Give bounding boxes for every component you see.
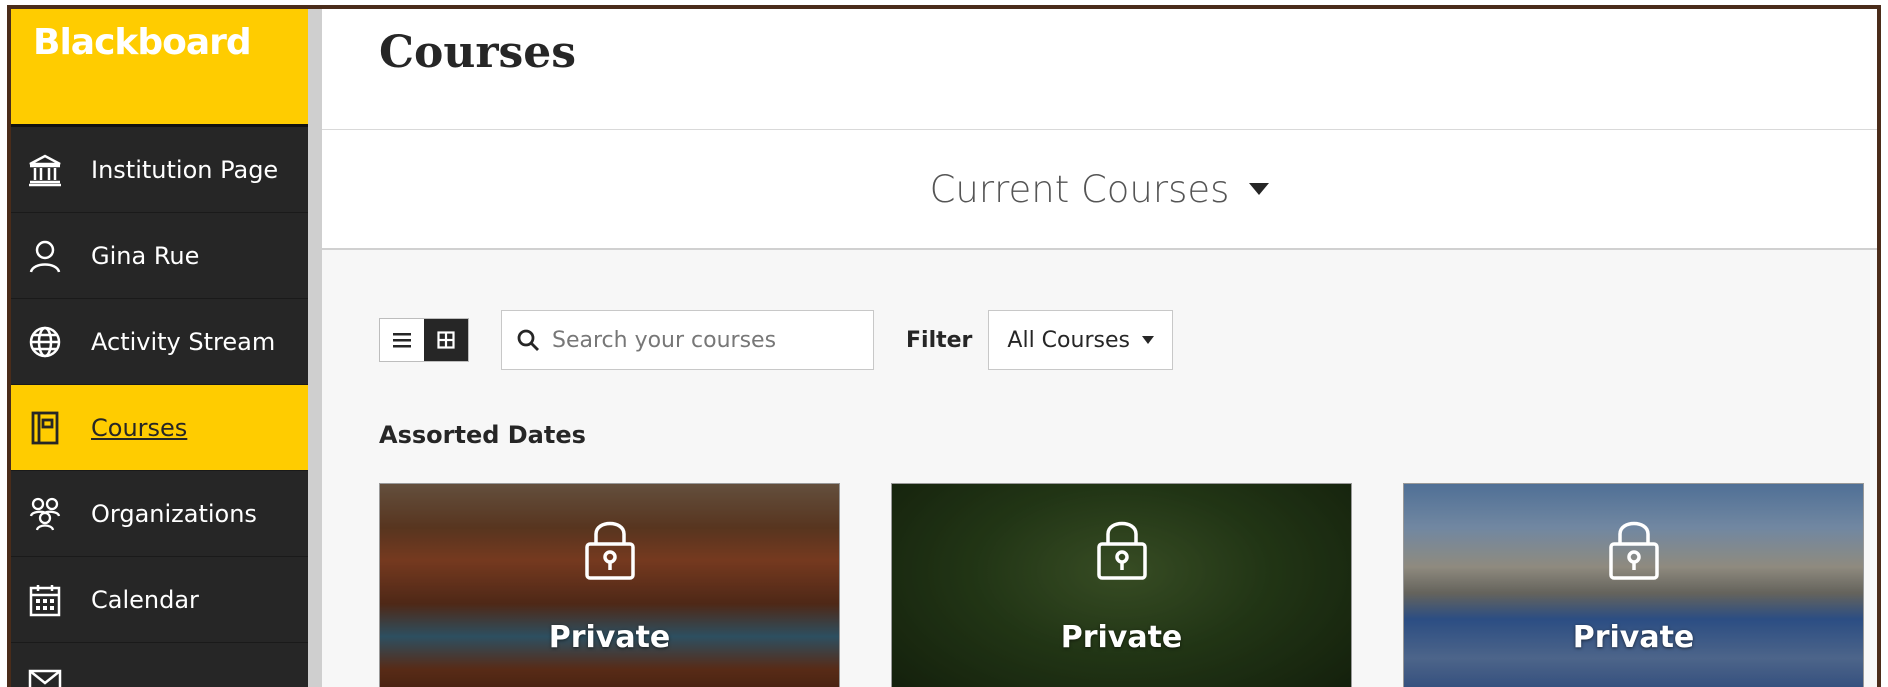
list-icon bbox=[393, 333, 411, 348]
term-bar: Current Courses bbox=[322, 130, 1877, 250]
grid-icon bbox=[437, 331, 455, 349]
course-card[interactable]: Private bbox=[1403, 483, 1864, 687]
globe-icon bbox=[23, 320, 67, 364]
sidebar-item-messages[interactable] bbox=[11, 643, 308, 687]
course-toolbar: Filter All Courses bbox=[379, 310, 1173, 370]
app-frame: Blackboard Institution Page Gina Rue Act… bbox=[7, 5, 1881, 687]
lock-icon bbox=[1096, 521, 1147, 580]
courses-icon bbox=[23, 406, 67, 450]
sidebar-item-profile[interactable]: Gina Rue bbox=[11, 213, 308, 299]
main-content: Courses Current Courses Search your cour… bbox=[322, 9, 1877, 687]
course-card-status: Private bbox=[1572, 620, 1695, 655]
sidebar-item-label: Institution Page bbox=[91, 155, 279, 184]
course-card-status: Private bbox=[1060, 620, 1183, 655]
view-toggle bbox=[379, 318, 469, 362]
filter-label: Filter bbox=[906, 327, 973, 353]
sidebar-item-activity-stream[interactable]: Activity Stream bbox=[11, 299, 308, 385]
filter-dropdown[interactable]: All Courses bbox=[988, 310, 1173, 370]
sidebar: Blackboard Institution Page Gina Rue Act… bbox=[11, 9, 308, 687]
page-header: Courses bbox=[322, 9, 1877, 130]
page-title: Courses bbox=[379, 27, 577, 78]
term-selector[interactable]: Current Courses bbox=[930, 168, 1270, 211]
list-view-button[interactable] bbox=[380, 319, 424, 361]
lock-icon bbox=[584, 521, 635, 580]
institution-icon bbox=[23, 148, 67, 192]
messages-icon bbox=[23, 658, 67, 687]
course-card[interactable]: Private bbox=[379, 483, 840, 687]
caret-down-icon bbox=[1141, 336, 1154, 344]
caret-down-icon bbox=[1249, 183, 1270, 195]
sidebar-item-label: Organizations bbox=[91, 499, 257, 528]
sidebar-item-label: Activity Stream bbox=[91, 327, 276, 356]
sidebar-scrollbar[interactable] bbox=[308, 9, 322, 687]
grid-view-button[interactable] bbox=[424, 319, 468, 361]
organizations-icon bbox=[23, 492, 67, 536]
search-input[interactable] bbox=[552, 327, 832, 353]
sidebar-item-label: Gina Rue bbox=[91, 241, 200, 270]
brand-name: Blackboard bbox=[33, 22, 252, 63]
lock-icon bbox=[1608, 521, 1659, 580]
calendar-icon bbox=[23, 578, 67, 622]
course-card-status: Private bbox=[548, 620, 671, 655]
sidebar-item-organizations[interactable]: Organizations bbox=[11, 471, 308, 557]
sidebar-item-label: Calendar bbox=[91, 585, 199, 614]
filter-value: All Courses bbox=[1007, 327, 1130, 353]
course-card[interactable]: Private bbox=[891, 483, 1352, 687]
section-title: Assorted Dates bbox=[379, 421, 586, 449]
sidebar-item-label: Courses bbox=[91, 413, 188, 442]
sidebar-item-calendar[interactable]: Calendar bbox=[11, 557, 308, 643]
card-overlay bbox=[1404, 484, 1863, 687]
user-icon bbox=[23, 234, 67, 278]
card-overlay bbox=[892, 484, 1351, 687]
course-search bbox=[501, 310, 874, 370]
course-cards: Private Private Private bbox=[379, 483, 1864, 687]
card-overlay bbox=[380, 484, 839, 687]
brand-logo[interactable]: Blackboard bbox=[11, 9, 308, 127]
term-selector-label: Current Courses bbox=[929, 167, 1230, 211]
sidebar-item-institution-page[interactable]: Institution Page bbox=[11, 127, 308, 213]
search-icon bbox=[517, 329, 539, 351]
sidebar-item-courses[interactable]: Courses bbox=[11, 385, 308, 471]
